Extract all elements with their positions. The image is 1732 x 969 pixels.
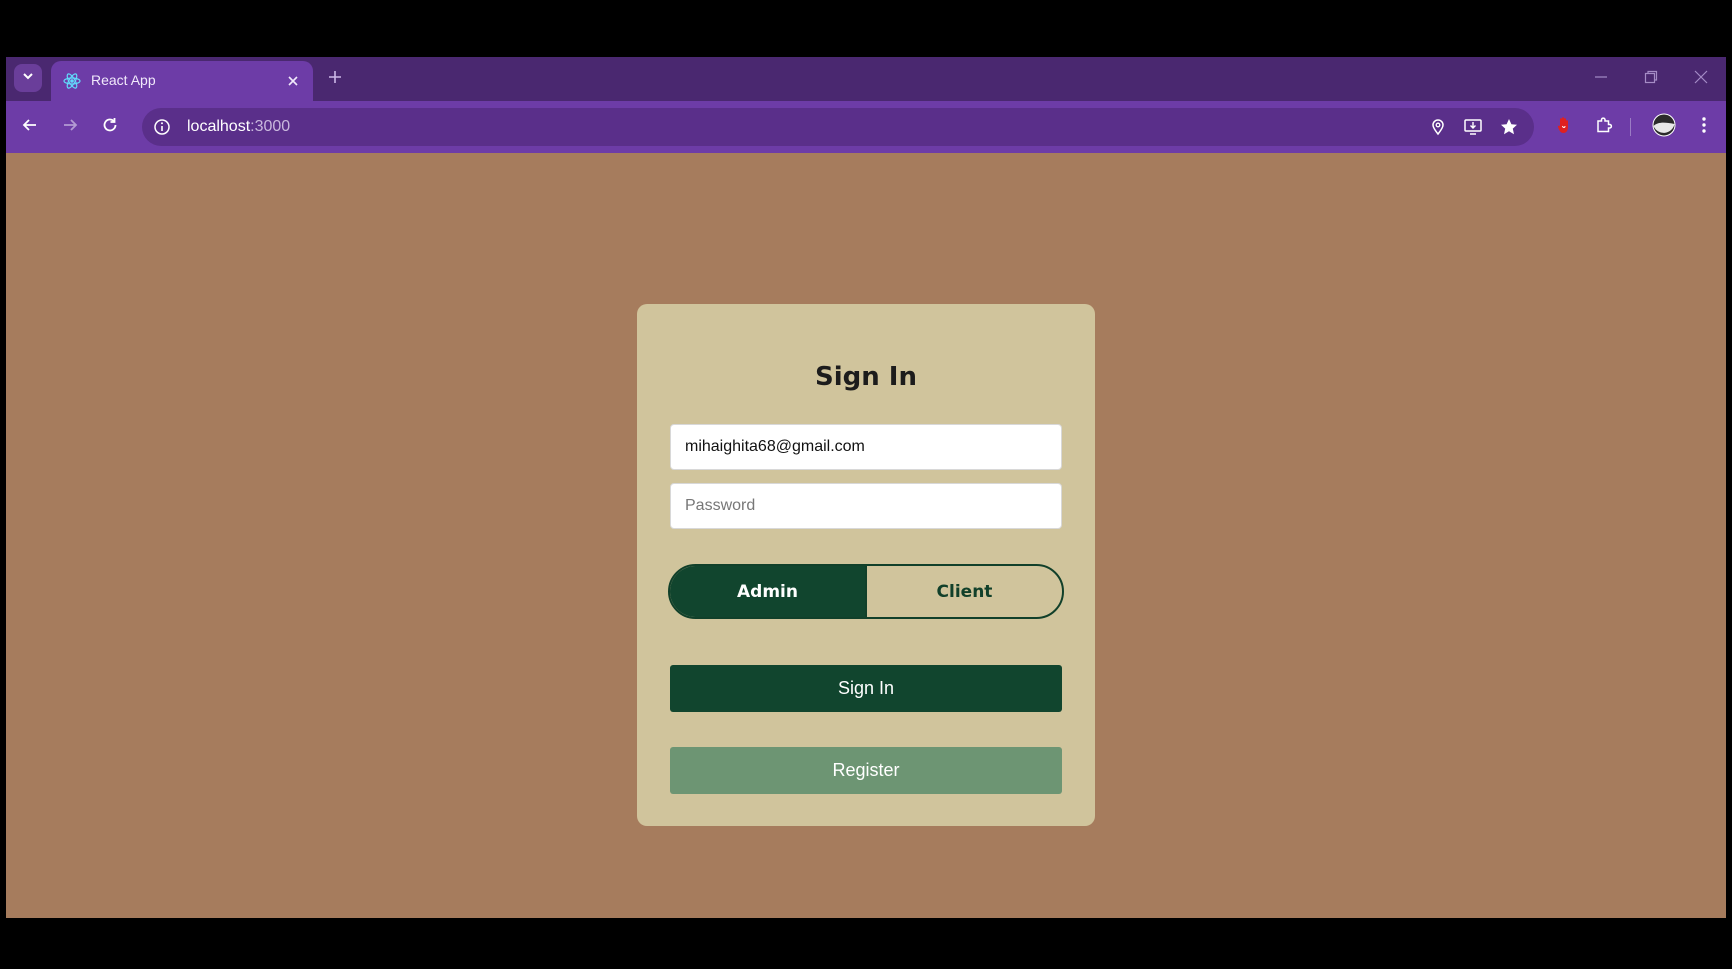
arrow-right-icon (61, 116, 79, 139)
toolbar-divider (1630, 118, 1631, 136)
password-field[interactable]: Password (670, 483, 1062, 529)
tab-react-app[interactable]: React App (51, 61, 313, 101)
tab-bar: React App (6, 57, 1726, 101)
red-hand-icon (1554, 115, 1574, 140)
role-admin-button[interactable]: Admin (670, 566, 865, 617)
location-pin-icon[interactable] (1427, 116, 1449, 138)
page-content: Sign In mihaighita68@gmail.com Password … (6, 153, 1726, 918)
back-button[interactable] (16, 113, 44, 141)
restore-button[interactable] (1626, 57, 1676, 101)
minimize-button[interactable] (1576, 57, 1626, 101)
role-client-button[interactable]: Client (865, 566, 1062, 617)
url-text[interactable]: localhost:3000 (187, 118, 290, 136)
star-icon[interactable] (1498, 116, 1520, 138)
reload-icon (101, 116, 119, 139)
close-icon[interactable] (283, 71, 303, 91)
close-window-button[interactable] (1676, 57, 1726, 101)
email-field[interactable]: mihaighita68@gmail.com (670, 424, 1062, 470)
close-window-icon (1694, 70, 1708, 89)
sign-in-card: Sign In mihaighita68@gmail.com Password … (637, 304, 1095, 826)
forward-button[interactable] (56, 113, 84, 141)
info-icon[interactable] (152, 117, 172, 137)
restore-icon (1644, 70, 1658, 89)
chevron-down-icon (21, 69, 35, 88)
install-app-icon[interactable] (1462, 116, 1484, 138)
sign-in-button[interactable]: Sign In (670, 665, 1062, 712)
reload-button[interactable] (96, 113, 124, 141)
screen: React App localhost:3000 Sign In mihaigh… (0, 0, 1732, 969)
url-host: localhost (187, 118, 251, 135)
address-bar[interactable]: localhost:3000 (142, 108, 1534, 146)
plus-icon (328, 70, 342, 89)
extensions-button[interactable] (1590, 113, 1618, 141)
kebab-menu-icon (1701, 116, 1707, 139)
tab-search-button[interactable] (14, 64, 42, 92)
tab-title: React App (91, 72, 156, 88)
react-icon (63, 72, 81, 90)
new-tab-button[interactable] (324, 68, 346, 90)
page-title: Sign In (815, 362, 917, 392)
arrow-left-icon (21, 116, 39, 139)
puzzle-icon (1594, 115, 1614, 140)
browser-toolbar: localhost:3000 (6, 101, 1726, 153)
profile-button[interactable] (1650, 113, 1678, 141)
browser-menu-button[interactable] (1690, 113, 1718, 141)
window-controls (1576, 57, 1726, 101)
avatar (1652, 113, 1676, 142)
role-toggle: Admin Client (668, 564, 1064, 619)
red-extension-button[interactable] (1550, 113, 1578, 141)
url-port: :3000 (250, 118, 291, 135)
minimize-icon (1594, 70, 1608, 89)
register-button[interactable]: Register (670, 747, 1062, 794)
browser-window: React App localhost:3000 Sign In mihaigh… (6, 57, 1726, 918)
